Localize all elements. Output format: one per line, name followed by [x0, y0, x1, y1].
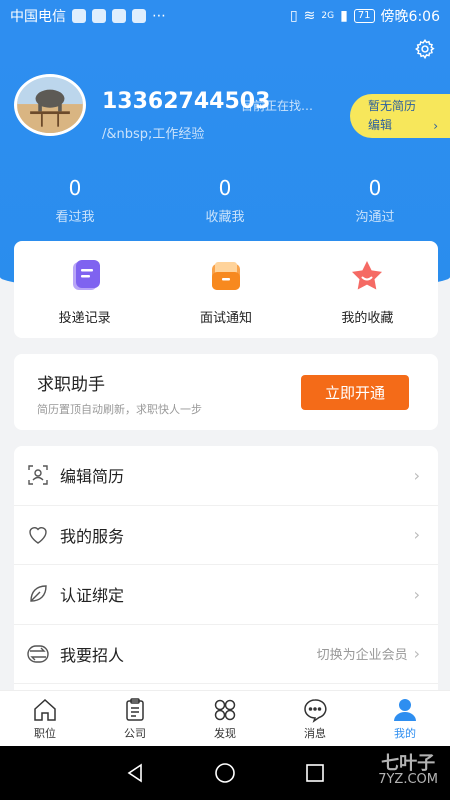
app-notification-icon — [132, 9, 146, 23]
stat-label: 看过我 — [55, 210, 95, 225]
stat-label: 沟通过 — [355, 210, 395, 225]
menu-item-recruit[interactable]: 我要招人 切换为企业会员 › — [14, 625, 438, 684]
app-notification-icon — [72, 9, 86, 23]
activate-now-button[interactable]: 立即开通 — [301, 375, 409, 410]
quick-action-label: 我的收藏 — [341, 311, 394, 326]
chevron-right-icon: › — [413, 465, 420, 485]
stat-label: 收藏我 — [205, 210, 245, 225]
star-icon — [352, 261, 383, 290]
resume-icon — [28, 465, 48, 485]
home-circle-icon[interactable] — [213, 761, 237, 785]
carrier-label: 中国电信 — [10, 9, 66, 25]
stat-value: 0 — [68, 176, 82, 200]
stat-favorited-me[interactable]: 0 收藏我 — [150, 174, 300, 225]
status-bar: 中国电信 ⋯ ▯ ≋ 2G ▮ 71 傍晚6:06 — [0, 0, 450, 32]
system-navigation-bar: 七叶子 7YZ.COM — [0, 746, 450, 800]
elephant-avatar-image — [17, 77, 83, 133]
work-experience-label: /&nbsp;工作经验 — [102, 127, 205, 142]
switch-to-enterprise-link[interactable]: 切换为企业会员 — [317, 644, 408, 663]
tab-companies[interactable]: 公司 — [90, 691, 180, 746]
settings-gear-icon[interactable] — [414, 38, 436, 60]
stat-communicated[interactable]: 0 沟通过 — [300, 174, 450, 225]
quick-actions-card: 投递记录 面试通知 我的收藏 — [14, 241, 438, 338]
watermark-line1: 七叶子 — [381, 753, 436, 774]
menu-item-my-services[interactable]: 我的服务 › — [14, 506, 438, 565]
tab-label: 公司 — [124, 726, 146, 740]
tab-label: 发现 — [214, 726, 236, 740]
tab-profile[interactable]: 我的 — [360, 691, 450, 746]
chevron-right-icon: › — [413, 525, 420, 545]
home-icon — [34, 698, 56, 721]
avatar[interactable] — [14, 74, 86, 136]
message-icon — [304, 698, 327, 723]
menu-item-verification[interactable]: 认证绑定 › — [14, 565, 438, 625]
quick-action-label: 投递记录 — [58, 311, 111, 326]
menu-item-edit-resume[interactable]: 编辑简历 › — [14, 446, 438, 506]
more-notifications-icon: ⋯ — [152, 8, 166, 24]
tab-messages[interactable]: 消息 — [270, 691, 360, 746]
wifi-icon: ≋ — [303, 8, 316, 24]
app-notification-icon — [92, 9, 106, 23]
stat-viewed-me[interactable]: 0 看过我 — [0, 174, 150, 225]
quick-action-interviews[interactable]: 面试通知 — [155, 241, 296, 338]
switch-icon — [27, 645, 49, 663]
job-seeking-status: 目前正在找… — [241, 99, 314, 113]
app-notification-icon — [112, 9, 126, 23]
job-helper-card: 求职助手 简历置顶自动刷新，求职快人一步 立即开通 — [14, 354, 438, 430]
clipboard-icon — [126, 697, 144, 721]
job-helper-subtitle: 简历置顶自动刷新，求职快人一步 — [37, 403, 202, 416]
stat-value: 0 — [368, 176, 382, 200]
quick-action-favorites[interactable]: 我的收藏 — [297, 241, 438, 338]
bottom-tab-bar: 职位 公司 发现 消息 我的 — [0, 690, 450, 746]
envelope-icon — [211, 262, 240, 290]
clock: 傍晚6:06 — [380, 9, 440, 25]
menu-item-label: 我要招人 — [60, 645, 125, 665]
tab-label: 我的 — [394, 726, 416, 740]
menu-item-label: 认证绑定 — [60, 586, 125, 606]
watermark-line2: 7YZ.COM — [378, 772, 438, 787]
stats-row: 0 看过我 0 收藏我 0 沟通过 — [0, 174, 450, 225]
tab-label: 职位 — [34, 726, 56, 740]
job-helper-title: 求职助手 — [37, 375, 105, 395]
chevron-right-icon: › — [413, 584, 420, 604]
leaf-icon — [30, 585, 47, 602]
document-icon — [72, 260, 100, 290]
tab-jobs[interactable]: 职位 — [0, 691, 90, 746]
menu-item-label: 编辑简历 — [60, 467, 125, 487]
discover-icon — [214, 699, 236, 720]
stat-value: 0 — [218, 176, 232, 200]
battery-icon: 71 — [353, 9, 375, 23]
profile-icon — [394, 698, 416, 721]
network-type: 2G — [321, 11, 335, 21]
heart-icon — [29, 526, 47, 544]
settings-menu: 编辑简历 › 我的服务 › 认证绑定 › 我要招人 切换为企业会员 › — [14, 446, 438, 696]
quick-action-applications[interactable]: 投递记录 — [14, 241, 155, 338]
watermark-logo: 七叶子 7YZ.COM — [378, 753, 438, 788]
vibrate-icon: ▯ — [289, 8, 298, 24]
back-icon[interactable] — [123, 761, 147, 785]
resume-status-label: 暂无简历 — [368, 99, 417, 113]
menu-item-label: 我的服务 — [60, 526, 125, 546]
chevron-right-icon: › — [413, 644, 420, 664]
signal-icon: ▮ — [340, 8, 348, 24]
tab-label: 消息 — [304, 726, 326, 740]
edit-resume-pill[interactable]: 暂无简历 编辑 › — [350, 94, 450, 138]
recents-icon[interactable] — [303, 761, 327, 785]
quick-action-label: 面试通知 — [199, 311, 252, 326]
tab-discover[interactable]: 发现 — [180, 691, 270, 746]
chevron-right-icon: › — [433, 119, 438, 133]
